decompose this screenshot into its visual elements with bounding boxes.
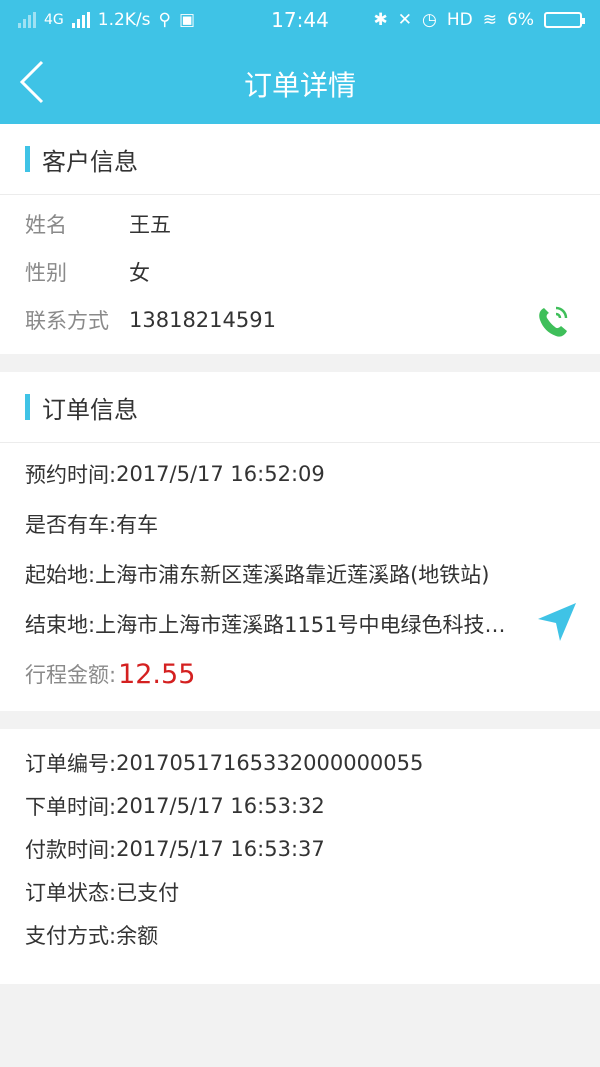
gender-label: 性别 <box>25 261 67 285</box>
order-section-header: 订单信息 <box>0 372 600 443</box>
end-label: 结束地: <box>25 613 96 637</box>
pay-time-label: 付款时间: <box>25 837 117 862</box>
section-accent-bar <box>25 146 30 172</box>
appointment-row: 预约时间: 2017/5/17 16:52:09 <box>0 449 600 499</box>
hascar-value: 有车 <box>116 513 159 537</box>
customer-contact-row: 联系方式 13818214591 <box>0 296 600 344</box>
customer-section-title: 客户信息 <box>42 147 138 176</box>
end-address: 上海市上海市莲溪路1151号中电绿色科技… <box>95 613 506 637</box>
order-time-row: 下单时间: 2017/5/17 16:53:32 <box>0 784 600 827</box>
hascar-row: 是否有车: 有车 <box>0 499 600 549</box>
order-card: 订单信息 预约时间: 2017/5/17 16:52:09 是否有车: 有车 起… <box>0 372 600 711</box>
customer-phone: 13818214591 <box>129 308 276 332</box>
pay-method: 余额 <box>116 923 159 948</box>
customer-gender-row: 性别 女 <box>0 248 600 296</box>
order-state: 已支付 <box>116 880 180 905</box>
call-button[interactable] <box>534 302 572 345</box>
hascar-label: 是否有车: <box>25 513 117 537</box>
wifi-icon: ≋ <box>482 10 498 30</box>
customer-name-row: 姓名 王五 <box>0 200 600 248</box>
navigation-arrow-icon <box>538 603 576 641</box>
state-row: 订单状态: 已支付 <box>0 870 600 913</box>
start-address: 上海市浦东新区莲溪路靠近莲溪路(地铁站) <box>95 563 490 587</box>
pay-time-row: 付款时间: 2017/5/17 16:53:37 <box>0 827 600 870</box>
customer-name: 王五 <box>129 213 171 237</box>
end-row: 结束地: 上海市上海市莲溪路1151号中电绿色科技… <box>0 599 600 649</box>
pay-time: 2017/5/17 16:53:37 <box>116 836 325 861</box>
appointment-label: 预约时间: <box>25 463 117 487</box>
status-right: ✱ ✕ ◷ HD ≋ 6% <box>373 10 585 30</box>
order-rows: 预约时间: 2017/5/17 16:52:09 是否有车: 有车 起始地: 上… <box>0 443 600 711</box>
start-label: 起始地: <box>25 563 96 587</box>
battery-percent: 6% <box>507 10 534 30</box>
fare-amount: 12.55 <box>118 658 196 690</box>
order-section-title: 订单信息 <box>42 395 138 424</box>
order-time: 2017/5/17 16:53:32 <box>116 793 325 818</box>
bluetooth-icon: ✱ <box>373 10 388 30</box>
order-no: 20170517165332000000055 <box>116 750 424 775</box>
customer-gender: 女 <box>129 261 150 285</box>
fare-label: 行程金额: <box>25 663 117 687</box>
navigate-button[interactable] <box>534 601 578 650</box>
customer-section-header: 客户信息 <box>0 124 600 195</box>
alarm-icon: ◷ <box>422 10 437 30</box>
hd-badge: HD <box>446 10 473 30</box>
state-label: 订单状态: <box>25 880 117 905</box>
start-row: 起始地: 上海市浦东新区莲溪路靠近莲溪路(地铁站) <box>0 549 600 599</box>
appointment-time: 2017/5/17 16:52:09 <box>116 462 325 486</box>
fare-row: 行程金额: 12.55 <box>0 649 600 699</box>
customer-card: 客户信息 姓名 王五 性别 女 联系方式 13818214591 <box>0 124 600 354</box>
contact-label: 联系方式 <box>25 309 109 333</box>
status-bar: 4G 1.2K/s ⚲ ▣ 17:44 ✱ ✕ ◷ HD ≋ 6% <box>0 0 600 40</box>
order-no-label: 订单编号: <box>25 751 117 776</box>
name-label: 姓名 <box>25 213 67 237</box>
battery-icon <box>544 12 585 28</box>
pay-method-label: 支付方式: <box>25 923 117 948</box>
mute-icon: ✕ <box>397 10 413 30</box>
customer-rows: 姓名 王五 性别 女 联系方式 13818214591 <box>0 195 600 354</box>
page-title: 订单详情 <box>243 69 356 102</box>
title-bar: 订单详情 <box>0 40 600 124</box>
order-time-label: 下单时间: <box>25 794 117 819</box>
order-no-row: 订单编号: 20170517165332000000055 <box>0 741 600 784</box>
pay-method-row: 支付方式: 余额 <box>0 913 600 956</box>
phone-icon <box>539 306 568 337</box>
section-accent-bar <box>25 394 30 420</box>
meta-rows: 订单编号: 20170517165332000000055 下单时间: 2017… <box>0 729 600 984</box>
order-meta-card: 订单编号: 20170517165332000000055 下单时间: 2017… <box>0 729 600 984</box>
